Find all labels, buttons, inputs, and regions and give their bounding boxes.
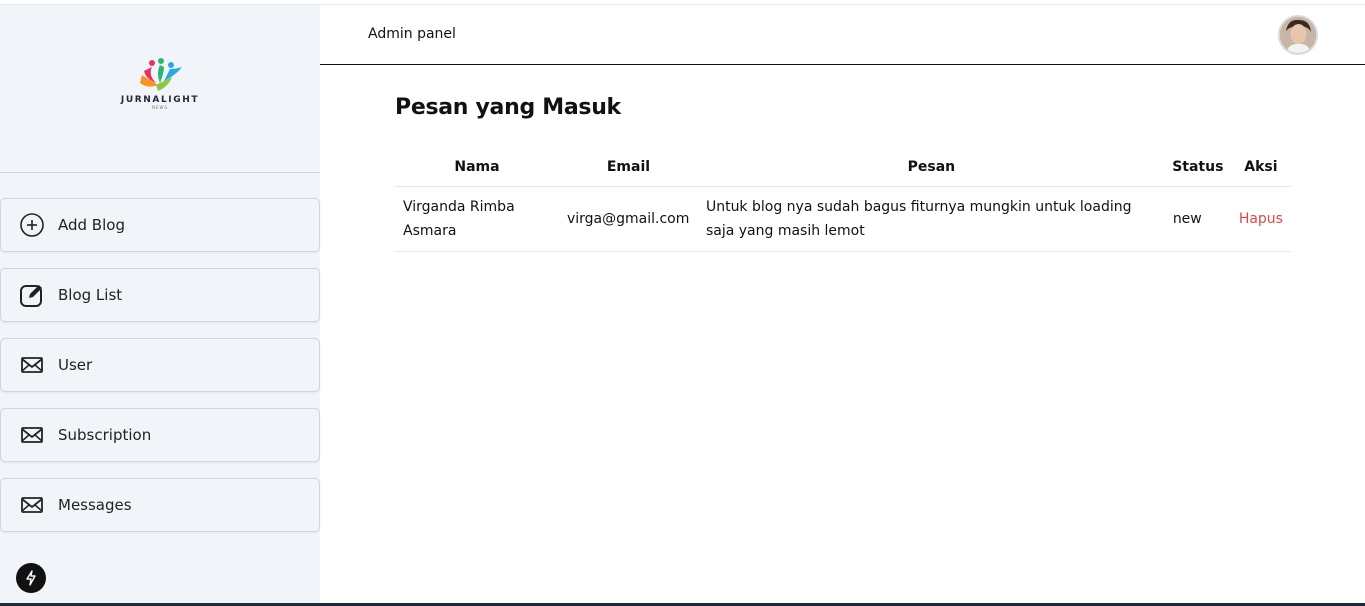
sidebar-item-subscription[interactable]: Subscription [0,408,320,462]
sidebar-item-label: Subscription [58,426,152,444]
mail-icon [18,491,46,519]
column-header-email: Email [558,148,698,187]
sidebar-item-user[interactable]: User [0,338,320,392]
sidebar-item-label: Blog List [58,286,123,304]
sidebar-item-blog-list[interactable]: Blog List [0,268,320,322]
sidebar-item-label: User [58,356,93,374]
sidebar-item-messages[interactable]: Messages [0,478,320,532]
column-header-status: Status [1164,148,1231,187]
mail-icon [18,421,46,449]
page-title: Pesan yang Masuk [395,95,621,120]
column-header-nama: Nama [395,148,559,187]
delete-button[interactable]: Hapus [1230,186,1291,252]
column-header-pesan: Pesan [697,148,1165,187]
jurnalight-logo [140,58,182,91]
logo-text: JURNALIGHT [120,95,200,105]
table-row: Virganda Rimba Asmara virga@gmail.com Un… [395,186,1291,252]
mail-icon [18,351,46,379]
cell-pesan: Untuk blog nya sudah bagus fiturnya mung… [697,186,1165,252]
table-header-row: Nama Email Pesan Status Aksi [395,148,1291,187]
top-header: Admin panel [320,5,1365,65]
plus-circle-icon [18,211,46,239]
main-content: Pesan yang Masuk Nama Email Pesan Status… [395,95,1291,252]
sidebar: JURNALIGHT NEWS Add Blog Blog List User [0,5,320,603]
messages-table: Nama Email Pesan Status Aksi Virganda Ri… [395,148,1291,252]
cell-nama: Virganda Rimba Asmara [395,186,559,252]
header-title: Admin panel [368,26,456,42]
sidebar-nav: Add Blog Blog List User Subscription Mes… [0,198,320,548]
user-avatar[interactable] [1278,15,1318,55]
edit-icon [18,281,46,309]
logo-area: JURNALIGHT NEWS [0,5,320,173]
bolt-icon[interactable] [16,563,46,593]
avatar-image [1280,17,1316,53]
cell-status: new [1164,186,1231,252]
cell-email: virga@gmail.com [558,186,698,252]
logo-subtext: NEWS [151,105,168,110]
sidebar-item-label: Add Blog [58,216,125,234]
sidebar-item-label: Messages [58,496,132,514]
column-header-aksi: Aksi [1230,148,1291,187]
sidebar-item-add-blog[interactable]: Add Blog [0,198,320,252]
